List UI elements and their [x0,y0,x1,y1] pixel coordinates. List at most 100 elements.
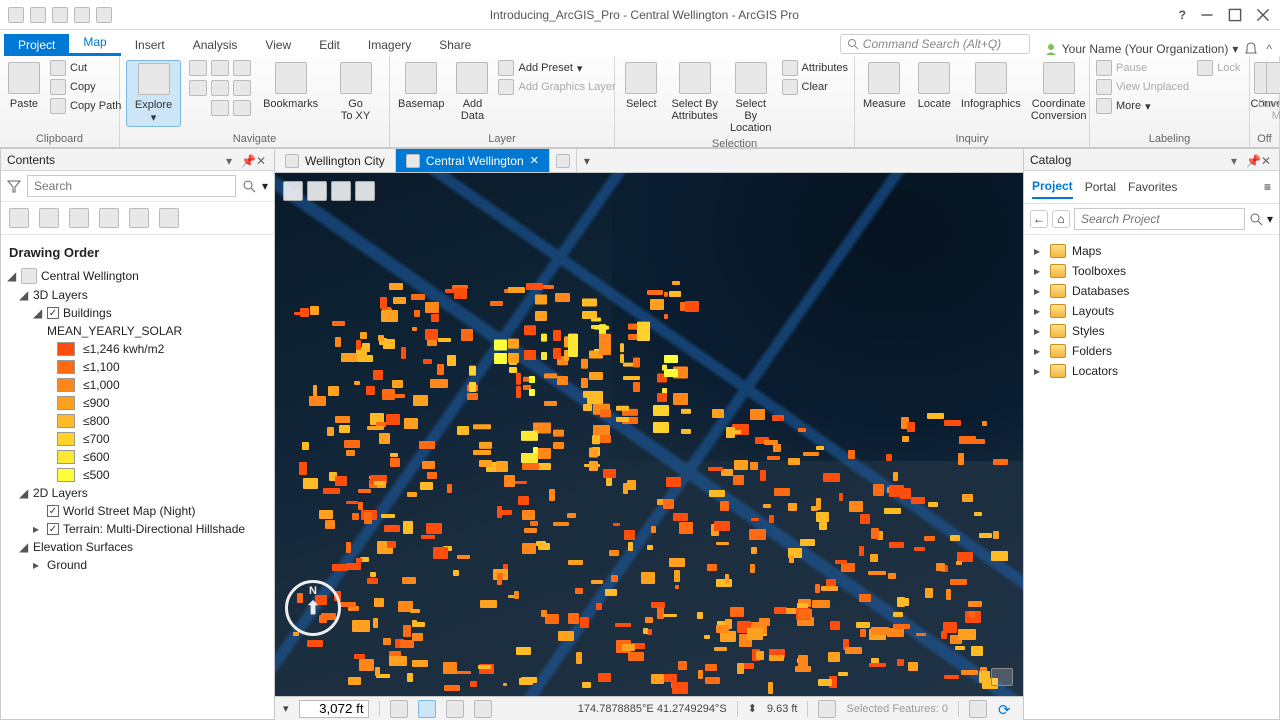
selection-status-icon[interactable] [818,700,836,718]
pane-menu-icon[interactable]: ▾ [1231,154,1243,166]
qat-new-icon[interactable] [8,7,24,23]
search-icon[interactable] [242,179,256,193]
tab-imagery[interactable]: Imagery [354,34,425,56]
terrain-checkbox[interactable]: ✓ [47,523,59,535]
go-to-xy-button[interactable]: Go To XY [328,60,383,124]
select-by-attributes-button[interactable]: Select By Attributes [669,60,719,124]
pane-close-icon[interactable]: ✕ [256,154,268,166]
layer-terrain-hillshade[interactable]: ▸✓Terrain: Multi-Directional Hillshade [5,520,270,538]
explore-button[interactable]: Explore ▾ [126,60,181,127]
prev-extent-icon[interactable] [233,60,251,76]
catalog-item-maps[interactable]: ▸Maps [1030,241,1273,261]
catalog-tab-portal[interactable]: Portal [1085,176,1116,198]
clear-selection-button[interactable]: Clear [782,79,848,95]
pane-close-icon[interactable]: ✕ [1261,154,1273,166]
snapping-icon[interactable] [390,700,408,718]
copy-path-button[interactable]: Copy Path [50,98,121,114]
scene-node[interactable]: ◢Central Wellington [5,266,270,286]
expand-icon[interactable]: ▸ [1034,284,1044,298]
search-dropdown-icon[interactable]: ▾ [262,179,268,193]
cut-button[interactable]: Cut [50,60,121,76]
tab-share[interactable]: Share [425,34,485,56]
expand-icon[interactable]: ▸ [1034,244,1044,258]
catalog-item-layouts[interactable]: ▸Layouts [1030,301,1273,321]
fixed-zoom-in-icon[interactable] [211,60,229,76]
walk-icon[interactable] [331,181,351,201]
group-elevation-surfaces[interactable]: ◢Elevation Surfaces [5,538,270,556]
streets-checkbox[interactable]: ✓ [47,505,59,517]
download-map-button[interactable]: Download Map [1256,60,1280,124]
qat-open-icon[interactable] [30,7,46,23]
coordinate-conversion-button[interactable]: Coordinate Conversion [1029,60,1089,124]
catalog-tab-project[interactable]: Project [1032,175,1073,199]
tab-analysis[interactable]: Analysis [179,34,252,56]
pan-icon[interactable] [307,181,327,201]
add-data-button[interactable]: Add Data [454,60,490,124]
minimize-icon[interactable] [1200,8,1214,22]
pane-menu-icon[interactable]: ▾ [226,154,238,166]
tab-edit[interactable]: Edit [305,34,354,56]
catalog-item-locators[interactable]: ▸Locators [1030,361,1273,381]
group-3d-layers[interactable]: ◢3D Layers [5,286,270,304]
infographics-button[interactable]: Infographics [961,60,1021,112]
grid-icon[interactable] [418,700,436,718]
copy-button[interactable]: Copy [50,79,121,95]
navigator-compass[interactable]: ⬆ [285,580,341,636]
view-tab-central-wellington[interactable]: Central Wellington ✕ [396,149,550,172]
view-tabs-menu[interactable]: ▾ [577,149,597,172]
dynamic-constraints-icon[interactable] [446,700,464,718]
close-tab-icon[interactable]: ✕ [530,154,539,167]
expand-icon[interactable]: ▸ [1034,364,1044,378]
add-graphics-layer-button[interactable]: Add Graphics Layer [498,79,615,95]
group-2d-layers[interactable]: ◢2D Layers [5,484,270,502]
scene-view[interactable]: ⬆ [275,173,1023,696]
view-mode-icon[interactable] [283,181,303,201]
catalog-home-icon[interactable]: ⌂ [1052,210,1070,228]
buildings-checkbox[interactable]: ✓ [47,307,59,319]
nav-back-icon[interactable] [211,100,229,116]
fixed-zoom-out-icon[interactable] [211,80,229,96]
expand-icon[interactable]: ▸ [1034,344,1044,358]
search-dropdown-icon[interactable]: ▾ [1267,212,1273,226]
list-by-editing-icon[interactable] [99,208,119,228]
layer-buildings[interactable]: ◢✓Buildings [5,304,270,322]
nav-fwd-icon[interactable] [233,100,251,116]
catalog-tab-favorites[interactable]: Favorites [1128,176,1177,198]
help-icon[interactable]: ? [1179,8,1186,22]
paste-button[interactable]: Paste [6,60,42,112]
full-extent-icon[interactable] [189,60,207,76]
ground-surface[interactable]: ▸Ground [5,556,270,574]
catalog-item-styles[interactable]: ▸Styles [1030,321,1273,341]
expand-icon[interactable]: ▸ [1034,324,1044,338]
lock-labeling-button[interactable]: Lock [1197,60,1240,76]
more-labeling-button[interactable]: More ▾ [1096,98,1189,114]
user-menu[interactable]: Your Name (Your Organization) ▾ [1038,42,1245,56]
attributes-button[interactable]: Attributes [782,60,848,76]
catalog-menu-icon[interactable]: ≡ [1264,180,1271,194]
catalog-search[interactable] [1074,208,1245,230]
scale-input[interactable] [299,700,369,718]
list-by-snapping-icon[interactable] [129,208,149,228]
qat-save-icon[interactable] [52,7,68,23]
expand-icon[interactable]: ▸ [1034,304,1044,318]
tab-project[interactable]: Project [4,34,69,56]
home-icon[interactable] [355,181,375,201]
refresh-icon[interactable]: ⟳ [997,700,1015,718]
pane-pin-icon[interactable]: 📌 [241,154,253,166]
basemap-attribution-icon[interactable] [991,668,1013,686]
catalog-back-icon[interactable]: ← [1030,210,1048,228]
select-button[interactable]: Select [621,60,661,112]
catalog-item-databases[interactable]: ▸Databases [1030,281,1273,301]
tab-insert[interactable]: Insert [121,34,179,56]
notifications-icon[interactable] [1244,42,1258,56]
scale-dropdown-icon[interactable]: ▾ [283,702,289,715]
list-by-drawing-order-icon[interactable] [9,208,29,228]
pause-drawing-icon[interactable] [969,700,987,718]
list-by-selection-icon[interactable] [69,208,89,228]
list-by-labeling-icon[interactable] [159,208,179,228]
tab-map[interactable]: Map [69,31,120,56]
basemap-button[interactable]: Basemap [396,60,446,112]
locate-button[interactable]: Locate [916,60,953,112]
maximize-icon[interactable] [1228,8,1242,22]
layer-world-street-map[interactable]: ▸✓World Street Map (Night) [5,502,270,520]
